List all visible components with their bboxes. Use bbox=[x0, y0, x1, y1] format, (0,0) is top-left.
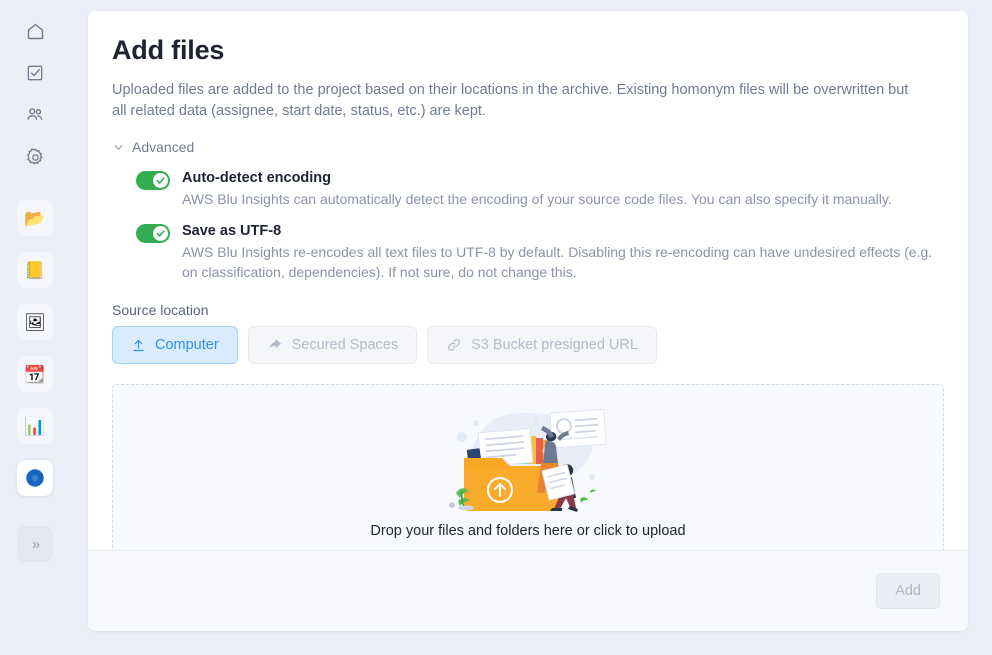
source-option-secured-spaces[interactable]: Secured Spaces bbox=[247, 326, 418, 365]
option-auto-detect-encoding: Auto-detect encoding AWS Blu Insights ca… bbox=[112, 169, 944, 210]
card-body: Add files Uploaded files are added to th… bbox=[88, 11, 968, 550]
option-text: Save as UTF-8 AWS Blu Insights re-encode… bbox=[182, 222, 944, 283]
source-option-label: Secured Spaces bbox=[291, 337, 399, 354]
sidebar-collapse-button[interactable]: » bbox=[17, 526, 53, 562]
dropzone-text: Drop your files and folders here or clic… bbox=[370, 522, 686, 539]
sidebar-app-images[interactable]: 🖼 bbox=[17, 304, 53, 340]
link-icon bbox=[446, 337, 462, 353]
save-as-utf8-toggle[interactable] bbox=[136, 223, 170, 243]
chevron-down-icon bbox=[112, 141, 125, 154]
add-files-card: Add files Uploaded files are added to th… bbox=[88, 11, 968, 631]
share-arrow-icon bbox=[267, 337, 283, 353]
toggle-knob bbox=[153, 173, 168, 189]
tasks-icon[interactable] bbox=[18, 56, 52, 90]
page-description: Uploaded files are added to the project … bbox=[112, 82, 909, 119]
source-option-s3-bucket[interactable]: S3 Bucket presigned URL bbox=[427, 326, 657, 365]
source-location-label: Source location bbox=[112, 302, 209, 319]
option-text: Auto-detect encoding AWS Blu Insights ca… bbox=[182, 169, 892, 210]
option-save-as-utf8: Save as UTF-8 AWS Blu Insights re-encode… bbox=[112, 222, 944, 283]
sidebar-app-calendar[interactable]: 📆 bbox=[17, 356, 53, 392]
advanced-toggle-row[interactable]: Advanced bbox=[112, 139, 944, 155]
card-footer: Add bbox=[88, 550, 968, 631]
option-description: AWS Blu Insights can automatically detec… bbox=[182, 191, 892, 207]
picture-icon: 🖼 bbox=[24, 312, 46, 332]
left-sidebar: 📂 📒 🖼 📆 📊 » bbox=[0, 0, 70, 655]
source-option-label: Computer bbox=[155, 337, 219, 354]
home-icon[interactable] bbox=[18, 14, 52, 48]
source-location-group: Computer Secured Spaces S3 Bucket presig… bbox=[112, 326, 944, 365]
sidebar-app-globe[interactable] bbox=[17, 460, 53, 496]
collapse-chevron-icon: » bbox=[31, 535, 40, 553]
toggle-knob bbox=[153, 225, 168, 241]
option-description: AWS Blu Insights re-encodes all text fil… bbox=[182, 243, 933, 280]
add-button[interactable]: Add bbox=[876, 573, 940, 609]
sidebar-app-files[interactable]: 📒 bbox=[17, 252, 53, 288]
option-title: Save as UTF-8 bbox=[182, 222, 282, 239]
sidebar-app-charts[interactable]: 📊 bbox=[17, 408, 53, 444]
source-option-computer[interactable]: Computer bbox=[112, 326, 238, 365]
users-icon[interactable] bbox=[18, 98, 52, 132]
upload-folder-illustration bbox=[449, 408, 607, 512]
folder-icon: 📂 bbox=[24, 208, 46, 228]
upload-icon bbox=[131, 338, 146, 353]
bar-chart-icon: 📊 bbox=[24, 416, 46, 436]
file-dropzone[interactable]: Drop your files and folders here or clic… bbox=[112, 384, 944, 550]
globe-icon bbox=[26, 469, 44, 487]
notebook-icon: 📒 bbox=[24, 260, 46, 280]
advanced-label: Advanced bbox=[132, 139, 195, 156]
calendar-icon: 📆 bbox=[24, 364, 46, 384]
sidebar-app-folder[interactable]: 📂 bbox=[17, 200, 53, 236]
gear-icon[interactable] bbox=[18, 140, 52, 174]
option-title: Auto-detect encoding bbox=[182, 170, 332, 187]
source-option-label: S3 Bucket presigned URL bbox=[471, 337, 638, 354]
page-title: Add files bbox=[112, 35, 225, 65]
auto-detect-encoding-toggle[interactable] bbox=[136, 171, 170, 191]
